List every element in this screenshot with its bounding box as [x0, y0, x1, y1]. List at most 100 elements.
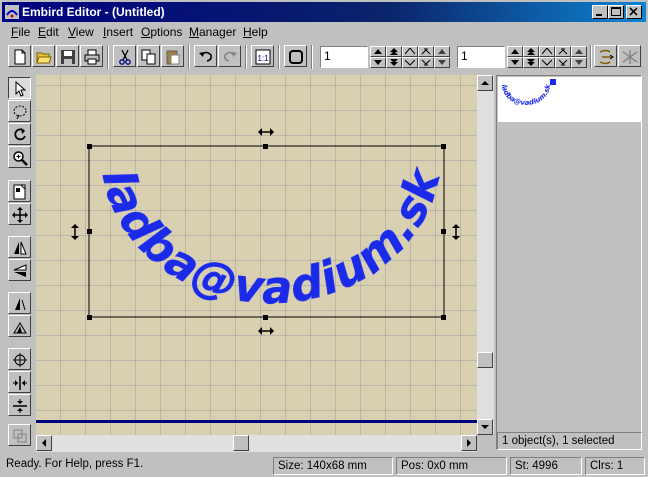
- skew-right-tool[interactable]: [8, 315, 31, 337]
- resize-horizontal-icon[interactable]: [258, 326, 274, 336]
- spin-up-fast-1[interactable]: [386, 46, 402, 57]
- resize-icon: [558, 59, 568, 66]
- menu-view[interactable]: View: [68, 25, 94, 39]
- resize-down-1[interactable]: [418, 57, 434, 68]
- align-vertical-icon: [13, 399, 27, 413]
- selection-handle-br[interactable]: [441, 315, 446, 320]
- scale-down-2[interactable]: [539, 57, 555, 68]
- menu-file[interactable]: File: [11, 25, 30, 39]
- shift-up-1[interactable]: [434, 46, 450, 57]
- rotate-tool[interactable]: [8, 123, 31, 145]
- spin-down-fast-2[interactable]: [523, 57, 539, 68]
- close-button[interactable]: [626, 5, 642, 19]
- selection-handle-bottom[interactable]: [263, 315, 268, 320]
- open-button[interactable]: [32, 45, 55, 67]
- menu-edit[interactable]: Edit: [38, 25, 59, 39]
- copy-button[interactable]: [137, 45, 160, 67]
- zoom-tool[interactable]: [8, 146, 31, 168]
- selection-handle-tl[interactable]: [87, 144, 92, 149]
- title-bar[interactable]: Embird Editor - (Untitled): [2, 2, 646, 22]
- size-y-field[interactable]: 1: [457, 46, 505, 68]
- skew-left-tool[interactable]: [8, 292, 31, 314]
- selection-handle-bl[interactable]: [87, 315, 92, 320]
- align-horizontal-tool[interactable]: [8, 371, 31, 393]
- move-arrows-icon: [12, 207, 28, 223]
- zoom-1to1-button[interactable]: 1:1: [251, 45, 274, 67]
- open-folder-icon: [36, 52, 52, 64]
- embroidery-text[interactable]: ladba@vadium.sk: [91, 161, 452, 315]
- scale-up-2[interactable]: [539, 46, 555, 57]
- selection-handle-top[interactable]: [263, 144, 268, 149]
- shift-down-1[interactable]: [434, 57, 450, 68]
- color-swatch[interactable]: [550, 79, 556, 85]
- menu-manager[interactable]: Manager: [189, 25, 236, 39]
- scroll-up-button[interactable]: [477, 75, 493, 91]
- spin-down-1[interactable]: [370, 57, 386, 68]
- mirror-vertical-tool[interactable]: [8, 259, 31, 281]
- spin-up-1[interactable]: [370, 46, 386, 57]
- double-arrow-down-icon: [527, 59, 535, 66]
- mirror-horizontal-tool[interactable]: [8, 236, 31, 258]
- undo-icon: [199, 51, 212, 62]
- align-horizontal-icon: [13, 376, 27, 390]
- resize-up-1[interactable]: [418, 46, 434, 57]
- move-tool[interactable]: [8, 203, 31, 225]
- vertical-scrollbar[interactable]: [477, 75, 494, 435]
- paste-button[interactable]: [161, 45, 184, 67]
- stitch-options-button[interactable]: [618, 45, 641, 67]
- shift-down-2[interactable]: [571, 57, 587, 68]
- shift-up-2[interactable]: [571, 46, 587, 57]
- print-button[interactable]: [80, 45, 103, 67]
- resize-down-2[interactable]: [555, 57, 571, 68]
- arrow-down-icon: [481, 425, 489, 429]
- redo-button[interactable]: [218, 45, 241, 67]
- undo-button[interactable]: [194, 45, 217, 67]
- frame-button[interactable]: [284, 45, 307, 67]
- align-vertical-tool[interactable]: [8, 394, 31, 416]
- scale-down-1[interactable]: [402, 57, 418, 68]
- resize-icon: [558, 48, 568, 55]
- resize-horizontal-icon[interactable]: [258, 127, 274, 137]
- spin-down-fast-1[interactable]: [386, 57, 402, 68]
- arrow-down-icon: [374, 60, 382, 65]
- selection-handle-left[interactable]: [87, 229, 92, 234]
- resize-vertical-icon[interactable]: [70, 224, 80, 240]
- selection-handle-tr[interactable]: [441, 144, 446, 149]
- shift-icon: [575, 60, 583, 65]
- size-x-field[interactable]: 1: [320, 46, 368, 68]
- select-tool[interactable]: [8, 77, 31, 99]
- lasso-tool[interactable]: [8, 100, 31, 122]
- spin-up-2[interactable]: [507, 46, 523, 57]
- resize-vertical-icon[interactable]: [451, 224, 461, 240]
- center-tool[interactable]: [8, 348, 31, 370]
- menu-insert[interactable]: Insert: [103, 25, 133, 39]
- scroll-left-button[interactable]: [36, 435, 52, 451]
- page-tool[interactable]: [8, 180, 31, 202]
- scroll-right-button[interactable]: [461, 435, 477, 451]
- close-icon: [629, 7, 638, 16]
- design-canvas[interactable]: ladba@vadium.sk: [36, 75, 477, 435]
- cut-button[interactable]: [113, 45, 136, 67]
- menu-help[interactable]: Help: [243, 25, 268, 39]
- scale-up-1[interactable]: [402, 46, 418, 57]
- horizontal-scrollbar[interactable]: [36, 435, 477, 452]
- new-button[interactable]: [8, 45, 31, 67]
- menu-options[interactable]: Options: [141, 25, 182, 39]
- resize-up-2[interactable]: [555, 46, 571, 57]
- selection-handle-right[interactable]: [441, 229, 446, 234]
- skew-left-icon: [15, 298, 26, 311]
- expand-icon: [405, 48, 415, 55]
- maximize-button[interactable]: [608, 5, 624, 19]
- mirror-horizontal-icon: [14, 241, 27, 255]
- object-thumbnail[interactable]: ladba@vadium.sk: [498, 77, 641, 122]
- disabled-tool[interactable]: [8, 424, 31, 446]
- spin-down-2[interactable]: [507, 57, 523, 68]
- stitch-mode-button[interactable]: [594, 45, 617, 67]
- scroll-thumb-horizontal[interactable]: [233, 435, 249, 451]
- scroll-thumb[interactable]: [477, 352, 493, 368]
- scroll-corner: [477, 435, 494, 452]
- spin-up-fast-2[interactable]: [523, 46, 539, 57]
- scroll-down-button[interactable]: [477, 419, 493, 435]
- save-button[interactable]: [56, 45, 79, 67]
- minimize-button[interactable]: [592, 5, 608, 19]
